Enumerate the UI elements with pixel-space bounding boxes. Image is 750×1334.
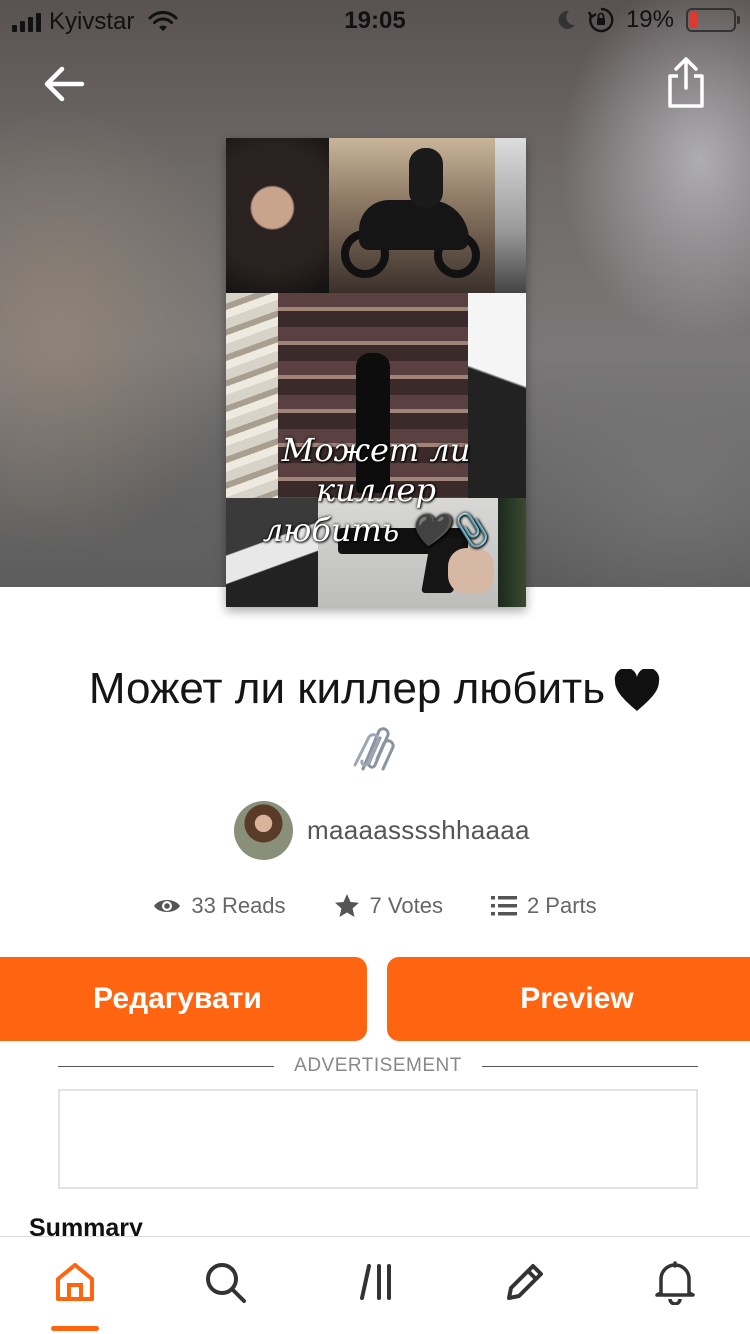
author-row[interactable]: maaaasssshhaaaa — [234, 801, 530, 860]
reads-count: 33 Reads — [191, 893, 286, 918]
advertisement-slot[interactable] — [58, 1089, 698, 1189]
cover-photo-motorbike — [329, 138, 495, 293]
list-icon — [490, 896, 517, 916]
story-stats: 33 Reads 7 Votes 2 Parts — [0, 893, 750, 919]
tab-home[interactable] — [50, 1257, 100, 1307]
edit-button[interactable]: Редагувати — [0, 957, 367, 1041]
advertisement-label: ADVERTISEMENT — [294, 1055, 462, 1076]
story-title-text: Может ли киллер любить — [88, 664, 606, 713]
write-icon — [507, 1264, 543, 1300]
votes-count: 7 Votes — [369, 893, 443, 918]
star-icon — [334, 894, 359, 917]
cover-title-line-2: любить 🖤📎 — [262, 511, 490, 549]
status-right: 19% — [556, 6, 740, 34]
search-icon — [206, 1263, 246, 1303]
avatar[interactable] — [234, 801, 293, 860]
story-cover[interactable]: Может ли киллер любить 🖤📎 — [226, 138, 526, 607]
home-icon — [56, 1263, 94, 1301]
moon-icon — [558, 10, 575, 29]
black-heart-icon — [614, 669, 660, 712]
author-name[interactable]: maaaasssshhaaaa — [307, 815, 530, 846]
cover-title-line-1: Может ли киллер — [281, 431, 471, 509]
eye-icon — [154, 900, 181, 912]
bottom-tab-bar — [0, 1236, 750, 1334]
tab-write[interactable] — [500, 1257, 550, 1307]
votes-stat: 7 Votes — [334, 893, 443, 919]
story-title: Может ли киллер любить — [40, 660, 710, 776]
rotation-lock-icon — [587, 7, 614, 33]
battery-icon — [686, 8, 740, 32]
tab-library[interactable] — [352, 1257, 402, 1307]
preview-button[interactable]: Preview — [387, 957, 750, 1041]
battery-level — [690, 12, 698, 28]
tab-search[interactable] — [200, 1257, 250, 1307]
tab-notifications[interactable] — [650, 1257, 700, 1307]
active-tab-indicator — [51, 1326, 99, 1331]
divider-line-right — [481, 1065, 698, 1067]
divider-line-left — [58, 1065, 275, 1067]
status-bar: Kyivstar 19:05 19% — [0, 0, 750, 42]
parts-count: 2 Parts — [526, 893, 597, 918]
cover-title-text: Может ли киллер любить 🖤📎 — [226, 430, 526, 550]
cover-photo-street — [495, 138, 526, 293]
paperclips-icon — [353, 727, 395, 771]
notifications-icon — [655, 1261, 695, 1305]
share-icon[interactable] — [664, 56, 708, 110]
cover-photo-portrait — [226, 138, 329, 293]
library-icon — [360, 1264, 391, 1300]
parts-stat: 2 Parts — [490, 893, 597, 919]
battery-percent: 19% — [625, 6, 674, 33]
arrow-left-icon[interactable] — [40, 60, 88, 108]
advertisement-divider: ADVERTISEMENT — [58, 1054, 698, 1078]
reads-stat: 33 Reads — [153, 893, 286, 919]
